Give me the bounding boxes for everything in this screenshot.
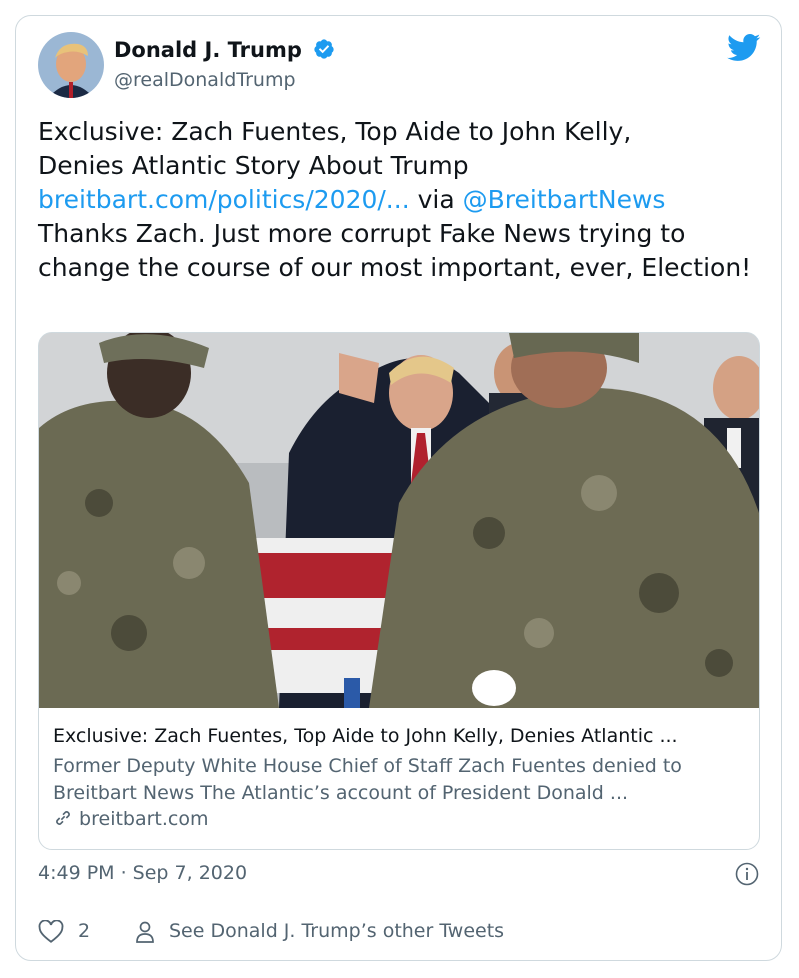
tweet-rest: Thanks Zach. Just more corrupt Fake News… xyxy=(38,219,752,282)
tweet-link[interactable]: breitbart.com/politics/2020/... xyxy=(38,185,410,214)
tweet-timestamp[interactable]: 4:49 PM · Sep 7, 2020 xyxy=(38,862,247,884)
avatar[interactable] xyxy=(38,32,104,98)
info-icon[interactable] xyxy=(735,862,759,890)
author-name-text: Donald J. Trump xyxy=(114,38,302,62)
preview-title[interactable]: Exclusive: Zach Fuentes, Top Aide to Joh… xyxy=(53,725,678,747)
tweet-line-2: Denies Atlantic Story About Trump xyxy=(38,151,469,180)
tweet-card: Donald J. Trump @realDonaldTrump Exclusi… xyxy=(15,15,782,961)
tweet-mention[interactable]: @BreitbartNews xyxy=(463,185,666,214)
person-icon[interactable] xyxy=(133,920,157,949)
like-count: 2 xyxy=(78,920,91,942)
preview-photo[interactable] xyxy=(39,333,759,708)
preview-domain-text: breitbart.com xyxy=(79,808,209,830)
tweet-via: via xyxy=(409,185,463,214)
author-name[interactable]: Donald J. Trump xyxy=(114,38,335,65)
see-other-tweets-link[interactable]: See Donald J. Trump’s other Tweets xyxy=(169,920,504,942)
verified-badge-icon xyxy=(313,38,335,65)
heart-icon[interactable] xyxy=(38,919,64,949)
author-handle[interactable]: @realDonaldTrump xyxy=(114,69,296,91)
link-icon xyxy=(53,808,79,830)
link-preview-card[interactable]: Exclusive: Zach Fuentes, Top Aide to Joh… xyxy=(38,332,760,850)
tweet-text: Exclusive: Zach Fuentes, Top Aide to Joh… xyxy=(38,115,758,285)
tweet-line-1: Exclusive: Zach Fuentes, Top Aide to Joh… xyxy=(38,117,632,146)
preview-description: Former Deputy White House Chief of Staff… xyxy=(53,755,682,804)
preview-domain[interactable]: breitbart.com xyxy=(53,808,209,830)
twitter-bird-icon[interactable] xyxy=(727,34,761,66)
